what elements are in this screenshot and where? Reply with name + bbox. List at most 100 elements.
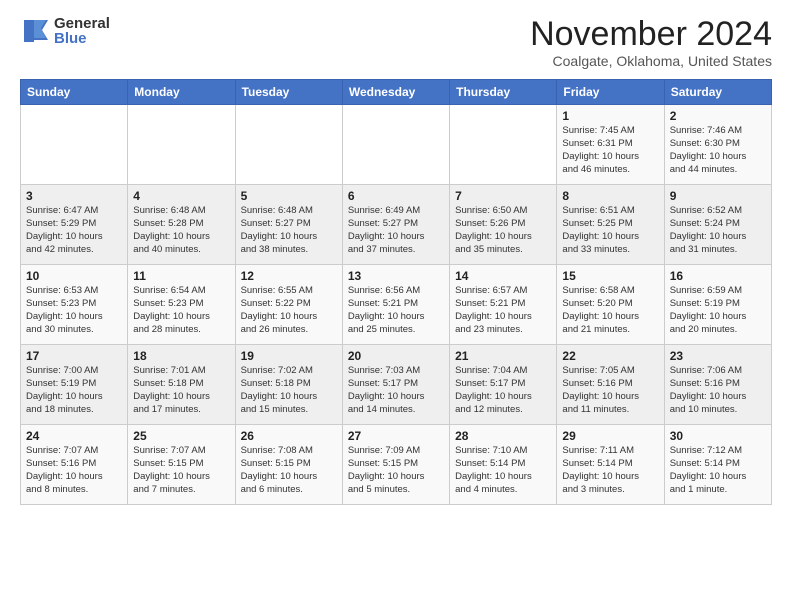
calendar-cell [21,105,128,185]
day-header-monday: Monday [128,80,235,105]
cell-details: Sunrise: 6:55 AMSunset: 5:22 PMDaylight:… [241,285,337,336]
cell-details: Sunrise: 7:10 AMSunset: 5:14 PMDaylight:… [455,445,551,496]
calendar-header-row: SundayMondayTuesdayWednesdayThursdayFrid… [21,80,772,105]
logo-general-text: General [54,16,110,31]
day-number: 24 [26,429,122,443]
calendar-cell: 28 Sunrise: 7:10 AMSunset: 5:14 PMDayligh… [450,425,557,505]
page: General Blue November 2024 Coalgate, Okl… [0,0,792,517]
day-header-friday: Friday [557,80,664,105]
calendar-week-row: 1Sunrise: 7:45 AMSunset: 6:31 PMDaylight… [21,105,772,185]
day-header-sunday: Sunday [21,80,128,105]
calendar-week-row: 10 Sunrise: 6:53 AMSunset: 5:23 PMDayligh… [21,265,772,345]
calendar-cell: 9 Sunrise: 6:52 AMSunset: 5:24 PMDaylight… [664,185,771,265]
calendar-cell: 16 Sunrise: 6:59 AMSunset: 5:19 PMDayligh… [664,265,771,345]
calendar-cell: 3Sunrise: 6:47 AMSunset: 5:29 PMDaylight… [21,185,128,265]
day-number: 28 [455,429,551,443]
cell-details: Sunrise: 7:01 AMSunset: 5:18 PMDaylight:… [133,365,229,416]
calendar-cell: 30 Sunrise: 7:12 AMSunset: 5:14 PMDayligh… [664,425,771,505]
logo-icon [20,16,50,46]
cell-details: Sunrise: 6:51 AMSunset: 5:25 PMDaylight:… [562,205,658,256]
calendar-cell: 13 Sunrise: 6:56 AMSunset: 5:21 PMDayligh… [342,265,449,345]
day-number: 4 [133,189,229,203]
day-header-wednesday: Wednesday [342,80,449,105]
calendar-cell: 27 Sunrise: 7:09 AMSunset: 5:15 PMDayligh… [342,425,449,505]
day-number: 3 [26,189,122,203]
day-header-thursday: Thursday [450,80,557,105]
calendar-table: SundayMondayTuesdayWednesdayThursdayFrid… [20,79,772,505]
calendar-cell: 24 Sunrise: 7:07 AMSunset: 5:16 PMDayligh… [21,425,128,505]
cell-details: Sunrise: 6:53 AMSunset: 5:23 PMDaylight:… [26,285,122,336]
cell-details: Sunrise: 7:06 AMSunset: 5:16 PMDaylight:… [670,365,766,416]
cell-details: Sunrise: 7:05 AMSunset: 5:16 PMDaylight:… [562,365,658,416]
calendar-cell [450,105,557,185]
cell-details: Sunrise: 6:59 AMSunset: 5:19 PMDaylight:… [670,285,766,336]
calendar-cell: 8 Sunrise: 6:51 AMSunset: 5:25 PMDaylight… [557,185,664,265]
calendar-cell: 15 Sunrise: 6:58 AMSunset: 5:20 PMDayligh… [557,265,664,345]
calendar-cell [342,105,449,185]
day-number: 20 [348,349,444,363]
logo-text: General Blue [54,16,110,46]
calendar-cell: 10 Sunrise: 6:53 AMSunset: 5:23 PMDayligh… [21,265,128,345]
day-number: 21 [455,349,551,363]
calendar-week-row: 24 Sunrise: 7:07 AMSunset: 5:16 PMDayligh… [21,425,772,505]
cell-details: Sunrise: 6:56 AMSunset: 5:21 PMDaylight:… [348,285,444,336]
title-block: November 2024 Coalgate, Oklahoma, United… [530,16,772,69]
day-number: 23 [670,349,766,363]
calendar-cell: 29 Sunrise: 7:11 AMSunset: 5:14 PMDayligh… [557,425,664,505]
day-number: 25 [133,429,229,443]
calendar-cell [128,105,235,185]
calendar-cell: 18 Sunrise: 7:01 AMSunset: 5:18 PMDayligh… [128,345,235,425]
cell-details: Sunrise: 7:04 AMSunset: 5:17 PMDaylight:… [455,365,551,416]
day-number: 15 [562,269,658,283]
calendar-cell: 5Sunrise: 6:48 AMSunset: 5:27 PMDaylight… [235,185,342,265]
day-number: 14 [455,269,551,283]
cell-details: Sunrise: 6:54 AMSunset: 5:23 PMDaylight:… [133,285,229,336]
cell-details: Sunrise: 6:52 AMSunset: 5:24 PMDaylight:… [670,205,766,256]
day-number: 10 [26,269,122,283]
day-number: 9 [670,189,766,203]
cell-details: Sunrise: 7:00 AMSunset: 5:19 PMDaylight:… [26,365,122,416]
calendar-cell: 21 Sunrise: 7:04 AMSunset: 5:17 PMDayligh… [450,345,557,425]
day-number: 18 [133,349,229,363]
calendar-cell: 6 Sunrise: 6:49 AMSunset: 5:27 PMDaylight… [342,185,449,265]
day-number: 6 [348,189,444,203]
logo-blue-text: Blue [54,31,110,46]
day-number: 17 [26,349,122,363]
day-header-tuesday: Tuesday [235,80,342,105]
calendar-cell: 1Sunrise: 7:45 AMSunset: 6:31 PMDaylight… [557,105,664,185]
cell-details: Sunrise: 6:48 AMSunset: 5:27 PMDaylight:… [241,205,337,256]
day-number: 16 [670,269,766,283]
cell-details: Sunrise: 7:09 AMSunset: 5:15 PMDaylight:… [348,445,444,496]
calendar-week-row: 17 Sunrise: 7:00 AMSunset: 5:19 PMDayligh… [21,345,772,425]
cell-details: Sunrise: 7:07 AMSunset: 5:16 PMDaylight:… [26,445,122,496]
day-number: 2 [670,109,766,123]
cell-details: Sunrise: 6:49 AMSunset: 5:27 PMDaylight:… [348,205,444,256]
cell-details: Sunrise: 7:45 AMSunset: 6:31 PMDaylight:… [562,125,658,176]
cell-details: Sunrise: 7:11 AMSunset: 5:14 PMDaylight:… [562,445,658,496]
cell-details: Sunrise: 7:03 AMSunset: 5:17 PMDaylight:… [348,365,444,416]
day-number: 30 [670,429,766,443]
day-number: 19 [241,349,337,363]
calendar-cell: 26Sunrise: 7:08 AMSunset: 5:15 PMDayligh… [235,425,342,505]
cell-details: Sunrise: 7:12 AMSunset: 5:14 PMDaylight:… [670,445,766,496]
calendar-cell: 2 Sunrise: 7:46 AMSunset: 6:30 PMDaylight… [664,105,771,185]
location-subtitle: Coalgate, Oklahoma, United States [530,53,772,69]
cell-details: Sunrise: 7:46 AMSunset: 6:30 PMDaylight:… [670,125,766,176]
day-number: 7 [455,189,551,203]
cell-details: Sunrise: 6:58 AMSunset: 5:20 PMDaylight:… [562,285,658,336]
day-number: 13 [348,269,444,283]
day-number: 27 [348,429,444,443]
header: General Blue November 2024 Coalgate, Okl… [20,16,772,69]
calendar-cell: 7Sunrise: 6:50 AMSunset: 5:26 PMDaylight… [450,185,557,265]
month-title: November 2024 [530,16,772,53]
day-number: 12 [241,269,337,283]
calendar-cell: 17 Sunrise: 7:00 AMSunset: 5:19 PMDayligh… [21,345,128,425]
day-number: 8 [562,189,658,203]
calendar-cell: 23 Sunrise: 7:06 AMSunset: 5:16 PMDayligh… [664,345,771,425]
calendar-cell: 4Sunrise: 6:48 AMSunset: 5:28 PMDaylight… [128,185,235,265]
calendar-cell: 22Sunrise: 7:05 AMSunset: 5:16 PMDayligh… [557,345,664,425]
day-number: 11 [133,269,229,283]
day-number: 29 [562,429,658,443]
calendar-week-row: 3Sunrise: 6:47 AMSunset: 5:29 PMDaylight… [21,185,772,265]
calendar-cell: 19Sunrise: 7:02 AMSunset: 5:18 PMDayligh… [235,345,342,425]
